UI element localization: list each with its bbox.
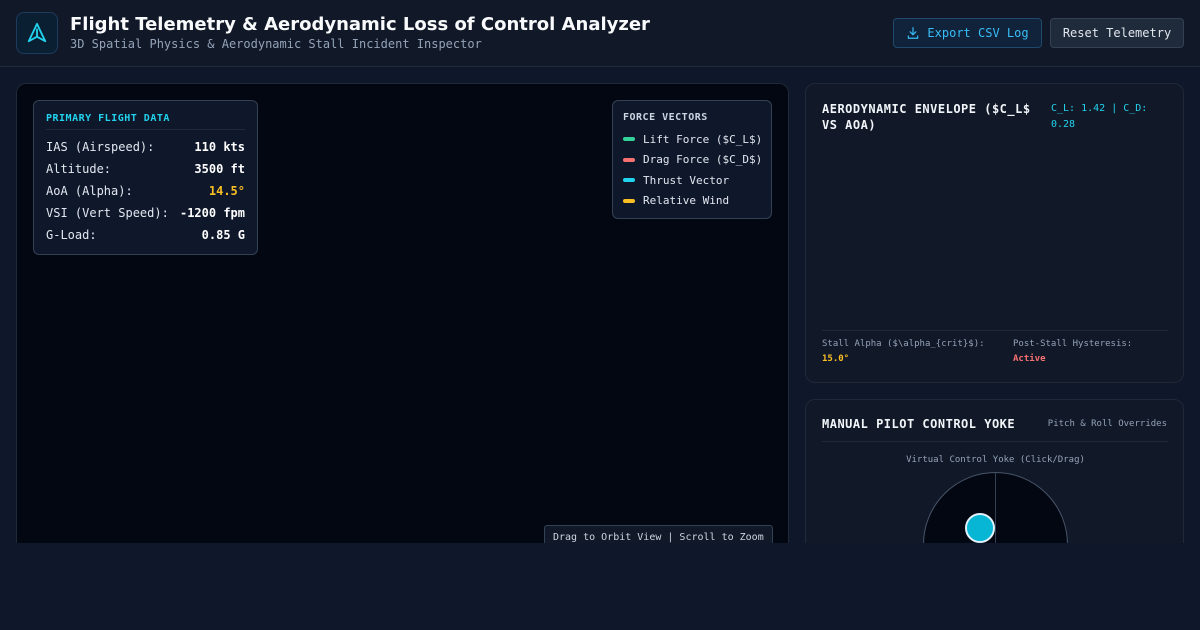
- legend-label: Lift Force ($C_L$): [643, 132, 763, 146]
- aircraft-logo-icon: [16, 12, 58, 54]
- manual-control-yoke-panel: MANUAL PILOT CONTROL YOKE Pitch & Roll O…: [805, 399, 1184, 559]
- force-vectors-legend: FORCE VECTORS Lift Force ($C_L$) Drag Fo…: [612, 100, 772, 219]
- aero-envelope-chart-area: [822, 140, 1168, 326]
- page-bottom-background: [0, 543, 1200, 630]
- divider: [822, 441, 1168, 442]
- pfd-value-altitude: 3500 ft: [194, 162, 245, 176]
- legend-item-drag: Drag Force ($C_D$): [623, 150, 763, 171]
- legend-title: FORCE VECTORS: [623, 112, 708, 123]
- aero-panel-title: AERODYNAMIC ENVELOPE ($C_L$ VS AOA): [822, 102, 1031, 132]
- pfd-value-gload: 0.85 G: [201, 228, 245, 242]
- stall-alpha-label: Stall Alpha ($\alpha_{crit}$):: [822, 339, 985, 349]
- pfd-label: AoA (Alpha):: [46, 184, 133, 198]
- aero-footer: Stall Alpha ($\alpha_{crit}$): 15.0° Pos…: [822, 330, 1168, 367]
- page-subtitle: 3D Spatial Physics & Aerodynamic Stall I…: [70, 37, 482, 51]
- yoke-pad-label: Virtual Control Yoke (Click/Drag): [906, 455, 1085, 465]
- pfd-label: Altitude:: [46, 162, 112, 176]
- pfd-row-vsi: VSI (Vert Speed): -1200 fpm: [46, 202, 245, 224]
- legend-item-thrust: Thrust Vector: [623, 170, 761, 191]
- export-csv-button[interactable]: Export CSV Log: [893, 18, 1042, 48]
- reset-telemetry-button[interactable]: Reset Telemetry: [1050, 18, 1184, 48]
- pfd-row-aoa: AoA (Alpha): 14.5°: [46, 180, 245, 202]
- 3d-flight-viewport[interactable]: PRIMARY FLIGHT DATA IAS (Airspeed): 110 …: [16, 83, 789, 553]
- export-csv-label: Export CSV Log: [927, 26, 1029, 40]
- primary-flight-data-panel: PRIMARY FLIGHT DATA IAS (Airspeed): 110 …: [33, 100, 258, 255]
- download-icon: [908, 27, 919, 39]
- legend-label: Thrust Vector: [643, 173, 730, 187]
- yoke-panel-subtitle: Pitch & Roll Overrides: [1047, 419, 1167, 429]
- stall-alpha-info: Stall Alpha ($\alpha_{crit}$): 15.0°: [822, 337, 1013, 367]
- legend-label: Relative Wind: [643, 194, 730, 208]
- stall-alpha-value: 15.0°: [822, 354, 850, 364]
- legend-item-relative-wind: Relative Wind: [623, 191, 761, 212]
- page-title: Flight Telemetry & Aerodynamic Loss of C…: [70, 14, 650, 35]
- pfd-label: IAS (Airspeed):: [46, 140, 155, 154]
- pfd-title: PRIMARY FLIGHT DATA: [46, 113, 245, 130]
- legend-swatch: [623, 137, 635, 142]
- legend-swatch: [623, 198, 635, 203]
- aerodynamic-envelope-panel: AERODYNAMIC ENVELOPE ($C_L$ VS AOA) C_L:…: [805, 83, 1184, 383]
- pfd-row-altitude: Altitude: 3500 ft: [46, 158, 245, 180]
- legend-swatch: [623, 157, 635, 162]
- pfd-row-ias: IAS (Airspeed): 110 kts: [46, 136, 245, 158]
- pfd-value-ias: 110 kts: [194, 140, 245, 154]
- legend-swatch: [623, 178, 635, 183]
- pfd-value-vsi: -1200 fpm: [179, 206, 245, 220]
- pfd-label: G-Load:: [46, 228, 97, 242]
- legend-item-lift: Lift Force ($C_L$): [623, 129, 763, 150]
- hysteresis-value: Active: [1013, 354, 1046, 364]
- pfd-value-aoa: 14.5°: [208, 184, 245, 198]
- yoke-handle[interactable]: [965, 513, 995, 543]
- pfd-row-gload: G-Load: 0.85 G: [46, 224, 245, 246]
- pfd-label: VSI (Vert Speed):: [46, 206, 169, 220]
- legend-label: Drag Force ($C_D$): [643, 153, 763, 167]
- hysteresis-info: Post-Stall Hysteresis: Active: [1013, 337, 1168, 367]
- yoke-panel-title: MANUAL PILOT CONTROL YOKE: [822, 417, 1016, 431]
- app-header: Flight Telemetry & Aerodynamic Loss of C…: [0, 0, 1200, 67]
- hysteresis-label: Post-Stall Hysteresis:: [1013, 339, 1133, 349]
- aero-coefficient-readout: C_L: 1.42 | C_D: 0.28: [1051, 103, 1148, 130]
